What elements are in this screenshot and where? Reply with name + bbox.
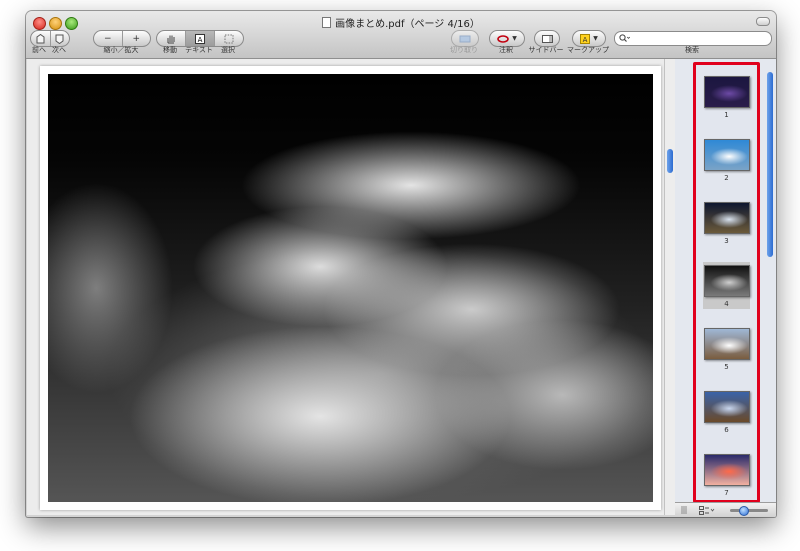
svg-text:A: A (583, 36, 588, 44)
page-thumbnail-image (703, 391, 750, 423)
dropdown-arrow-icon: ▼ (512, 35, 517, 42)
annotate-label: 注釈 (499, 46, 513, 54)
highlighter-icon: A (580, 33, 591, 44)
sidebar-label: サイドバー (528, 46, 564, 54)
hand-icon (167, 35, 175, 43)
pdf-page (40, 66, 661, 510)
select-label: 選択 (221, 46, 235, 54)
thumbnail-sidebar: 1 2 3 4 5 6 7 (675, 59, 776, 517)
page-thumbnail[interactable]: 4 (703, 262, 750, 309)
zoom-in-button[interactable]: + (121, 31, 151, 46)
search-icon (619, 34, 630, 42)
document-scroll-thumb[interactable] (667, 149, 673, 173)
svg-text:A: A (198, 36, 203, 44)
cloud-photo (48, 74, 653, 502)
page-thumbnail-number: 6 (724, 426, 729, 434)
window-title: 画像まとめ.pdf（ページ 4/16） (26, 15, 776, 30)
page-thumbnail-image (703, 139, 750, 171)
thumbnail-highlight-frame: 1 2 3 4 5 6 7 (693, 62, 760, 503)
dropdown-arrow-icon: ▼ (593, 35, 598, 42)
search-label: 検索 (685, 46, 699, 54)
crop-icon (459, 35, 471, 42)
sidebar-footer (675, 502, 776, 517)
preview-window: 画像まとめ.pdf（ページ 4/16） 前へ 次へ − + 縮小／拡大 A 移動… (26, 11, 776, 517)
view-options-icon[interactable] (699, 506, 715, 515)
marquee-icon (224, 34, 234, 43)
next-label: 次へ (52, 46, 66, 54)
page-thumbnail-number: 4 (724, 300, 729, 308)
page-thumbnail-image (703, 265, 750, 297)
window-title-text: 画像まとめ.pdf（ページ 4/16） (335, 19, 480, 30)
search-field[interactable] (614, 31, 772, 46)
page-thumbnail-number: 1 (724, 111, 729, 119)
next-button[interactable] (49, 31, 70, 46)
text-label: テキスト (185, 46, 213, 54)
zoom-out-button[interactable]: − (94, 31, 122, 46)
toolbar-toggle-button[interactable] (756, 17, 770, 26)
sidebar-scrollbar[interactable] (765, 62, 775, 502)
resize-grip-icon[interactable] (681, 506, 687, 514)
page-thumbnail-number: 5 (724, 363, 729, 371)
thumbnail-size-slider[interactable] (730, 509, 768, 512)
page-thumbnail[interactable]: 1 (703, 73, 750, 120)
select-tool-button[interactable] (214, 31, 243, 46)
document-scrollbar[interactable] (664, 59, 675, 515)
zoom-label: 縮小／拡大 (103, 46, 139, 54)
crop-label: 切り取り (450, 46, 478, 54)
page-thumbnail[interactable]: 7 (703, 451, 750, 498)
page-thumbnail[interactable]: 3 (703, 199, 750, 246)
page-down-icon (55, 34, 64, 44)
prev-label: 前へ (32, 46, 46, 54)
move-tool-button[interactable] (157, 31, 185, 46)
page-thumbnail-image (703, 454, 750, 486)
page-thumbnail-number: 3 (724, 237, 729, 245)
pdf-document-icon (322, 17, 332, 28)
thumbnail-size-knob[interactable] (739, 506, 749, 516)
page-thumbnail[interactable]: 2 (703, 136, 750, 183)
page-up-icon (36, 33, 45, 43)
page-thumbnail-image (703, 328, 750, 360)
move-label: 移動 (163, 46, 177, 54)
markup-label: マークアップ (567, 46, 609, 54)
page-thumbnail-number: 7 (724, 489, 729, 497)
page-thumbnail[interactable]: 5 (703, 325, 750, 372)
page-thumbnail-number: 2 (724, 174, 729, 182)
oval-annotation-icon (497, 34, 509, 43)
text-tool-button[interactable]: A (185, 31, 214, 46)
page-thumbnail-image (703, 76, 750, 108)
sidebar-scroll-thumb[interactable] (767, 72, 773, 257)
prev-button[interactable] (31, 31, 50, 46)
document-view[interactable] (27, 59, 675, 515)
page-thumbnail-image (703, 202, 750, 234)
sidebar-icon (541, 34, 553, 43)
text-select-icon: A (195, 33, 205, 44)
page-thumbnail[interactable]: 6 (703, 388, 750, 435)
toolbar: 画像まとめ.pdf（ページ 4/16） 前へ 次へ − + 縮小／拡大 A 移動… (26, 11, 776, 59)
